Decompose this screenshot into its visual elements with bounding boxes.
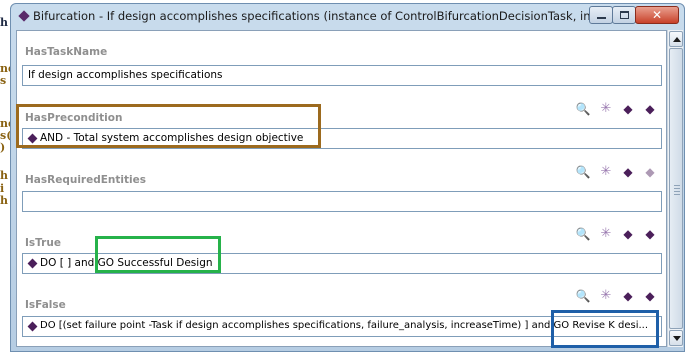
create-instance-icon[interactable]: ✳ (598, 289, 614, 303)
success-highlight-box (95, 236, 221, 273)
window-title: Bifurcation - If design accomplishes spe… (33, 9, 614, 23)
add-value-icon[interactable]: ◆ (620, 227, 636, 241)
add-value-icon[interactable]: ◆ (620, 289, 636, 303)
arrow-down-icon (673, 336, 681, 341)
remove-value-icon[interactable]: ◆ (642, 165, 658, 179)
is-false-label: IsFalse (25, 299, 66, 311)
maximize-icon (620, 11, 629, 19)
instance-diamond-icon (27, 321, 38, 332)
slot-panel: HasTaskName If design accomplishes speci… (16, 30, 667, 347)
grip-icon (674, 185, 680, 195)
has-task-name-label: HasTaskName (25, 46, 108, 58)
bg-fragment: ) (0, 141, 6, 154)
find-instance-icon[interactable]: 🔍 (575, 289, 591, 303)
vertical-scrollbar[interactable] (667, 30, 683, 347)
instance-diamond-icon (27, 258, 38, 269)
scroll-up-button[interactable] (669, 31, 683, 47)
add-value-icon[interactable]: ◆ (620, 102, 636, 116)
instance-editor-window: Bifurcation - If design accomplishes spe… (10, 3, 685, 352)
has-required-entities-label: HasRequiredEntities (25, 174, 146, 186)
bg-fragment: h (0, 194, 8, 207)
bg-fragment: s (0, 74, 7, 87)
bg-fragment: h (0, 16, 8, 29)
diamond-icon (18, 10, 30, 22)
minimize-button[interactable] (589, 6, 613, 24)
create-instance-icon[interactable]: ✳ (598, 165, 614, 179)
find-instance-icon[interactable]: 🔍 (575, 227, 591, 241)
maximize-button[interactable] (612, 6, 636, 24)
minimize-icon (597, 17, 606, 19)
has-task-name-field[interactable]: If design accomplishes specifications (22, 65, 662, 86)
remove-value-icon[interactable]: ◆ (642, 227, 658, 241)
find-instance-icon[interactable]: 🔍 (575, 165, 591, 179)
create-instance-icon[interactable]: ✳ (598, 102, 614, 116)
is-true-label: IsTrue (25, 237, 61, 249)
close-icon: ✕ (651, 8, 663, 22)
create-instance-icon[interactable]: ✳ (598, 227, 614, 241)
has-task-name-value: If design accomplishes specifications (28, 69, 223, 81)
find-instance-icon[interactable]: 🔍 (575, 102, 591, 116)
remove-value-icon[interactable]: ◆ (642, 102, 658, 116)
remove-value-icon[interactable]: ◆ (642, 289, 658, 303)
has-required-entities-field[interactable] (22, 191, 662, 212)
bg-fragment: h (0, 169, 8, 182)
precondition-highlight-box (16, 104, 321, 148)
arrow-up-icon (673, 37, 681, 42)
scroll-thumb[interactable] (669, 48, 683, 329)
title-bar[interactable]: Bifurcation - If design accomplishes spe… (11, 4, 684, 30)
close-button[interactable]: ✕ (635, 6, 679, 24)
add-value-icon[interactable]: ◆ (620, 165, 636, 179)
scroll-down-button[interactable] (669, 330, 683, 346)
revise-highlight-box (551, 310, 659, 348)
